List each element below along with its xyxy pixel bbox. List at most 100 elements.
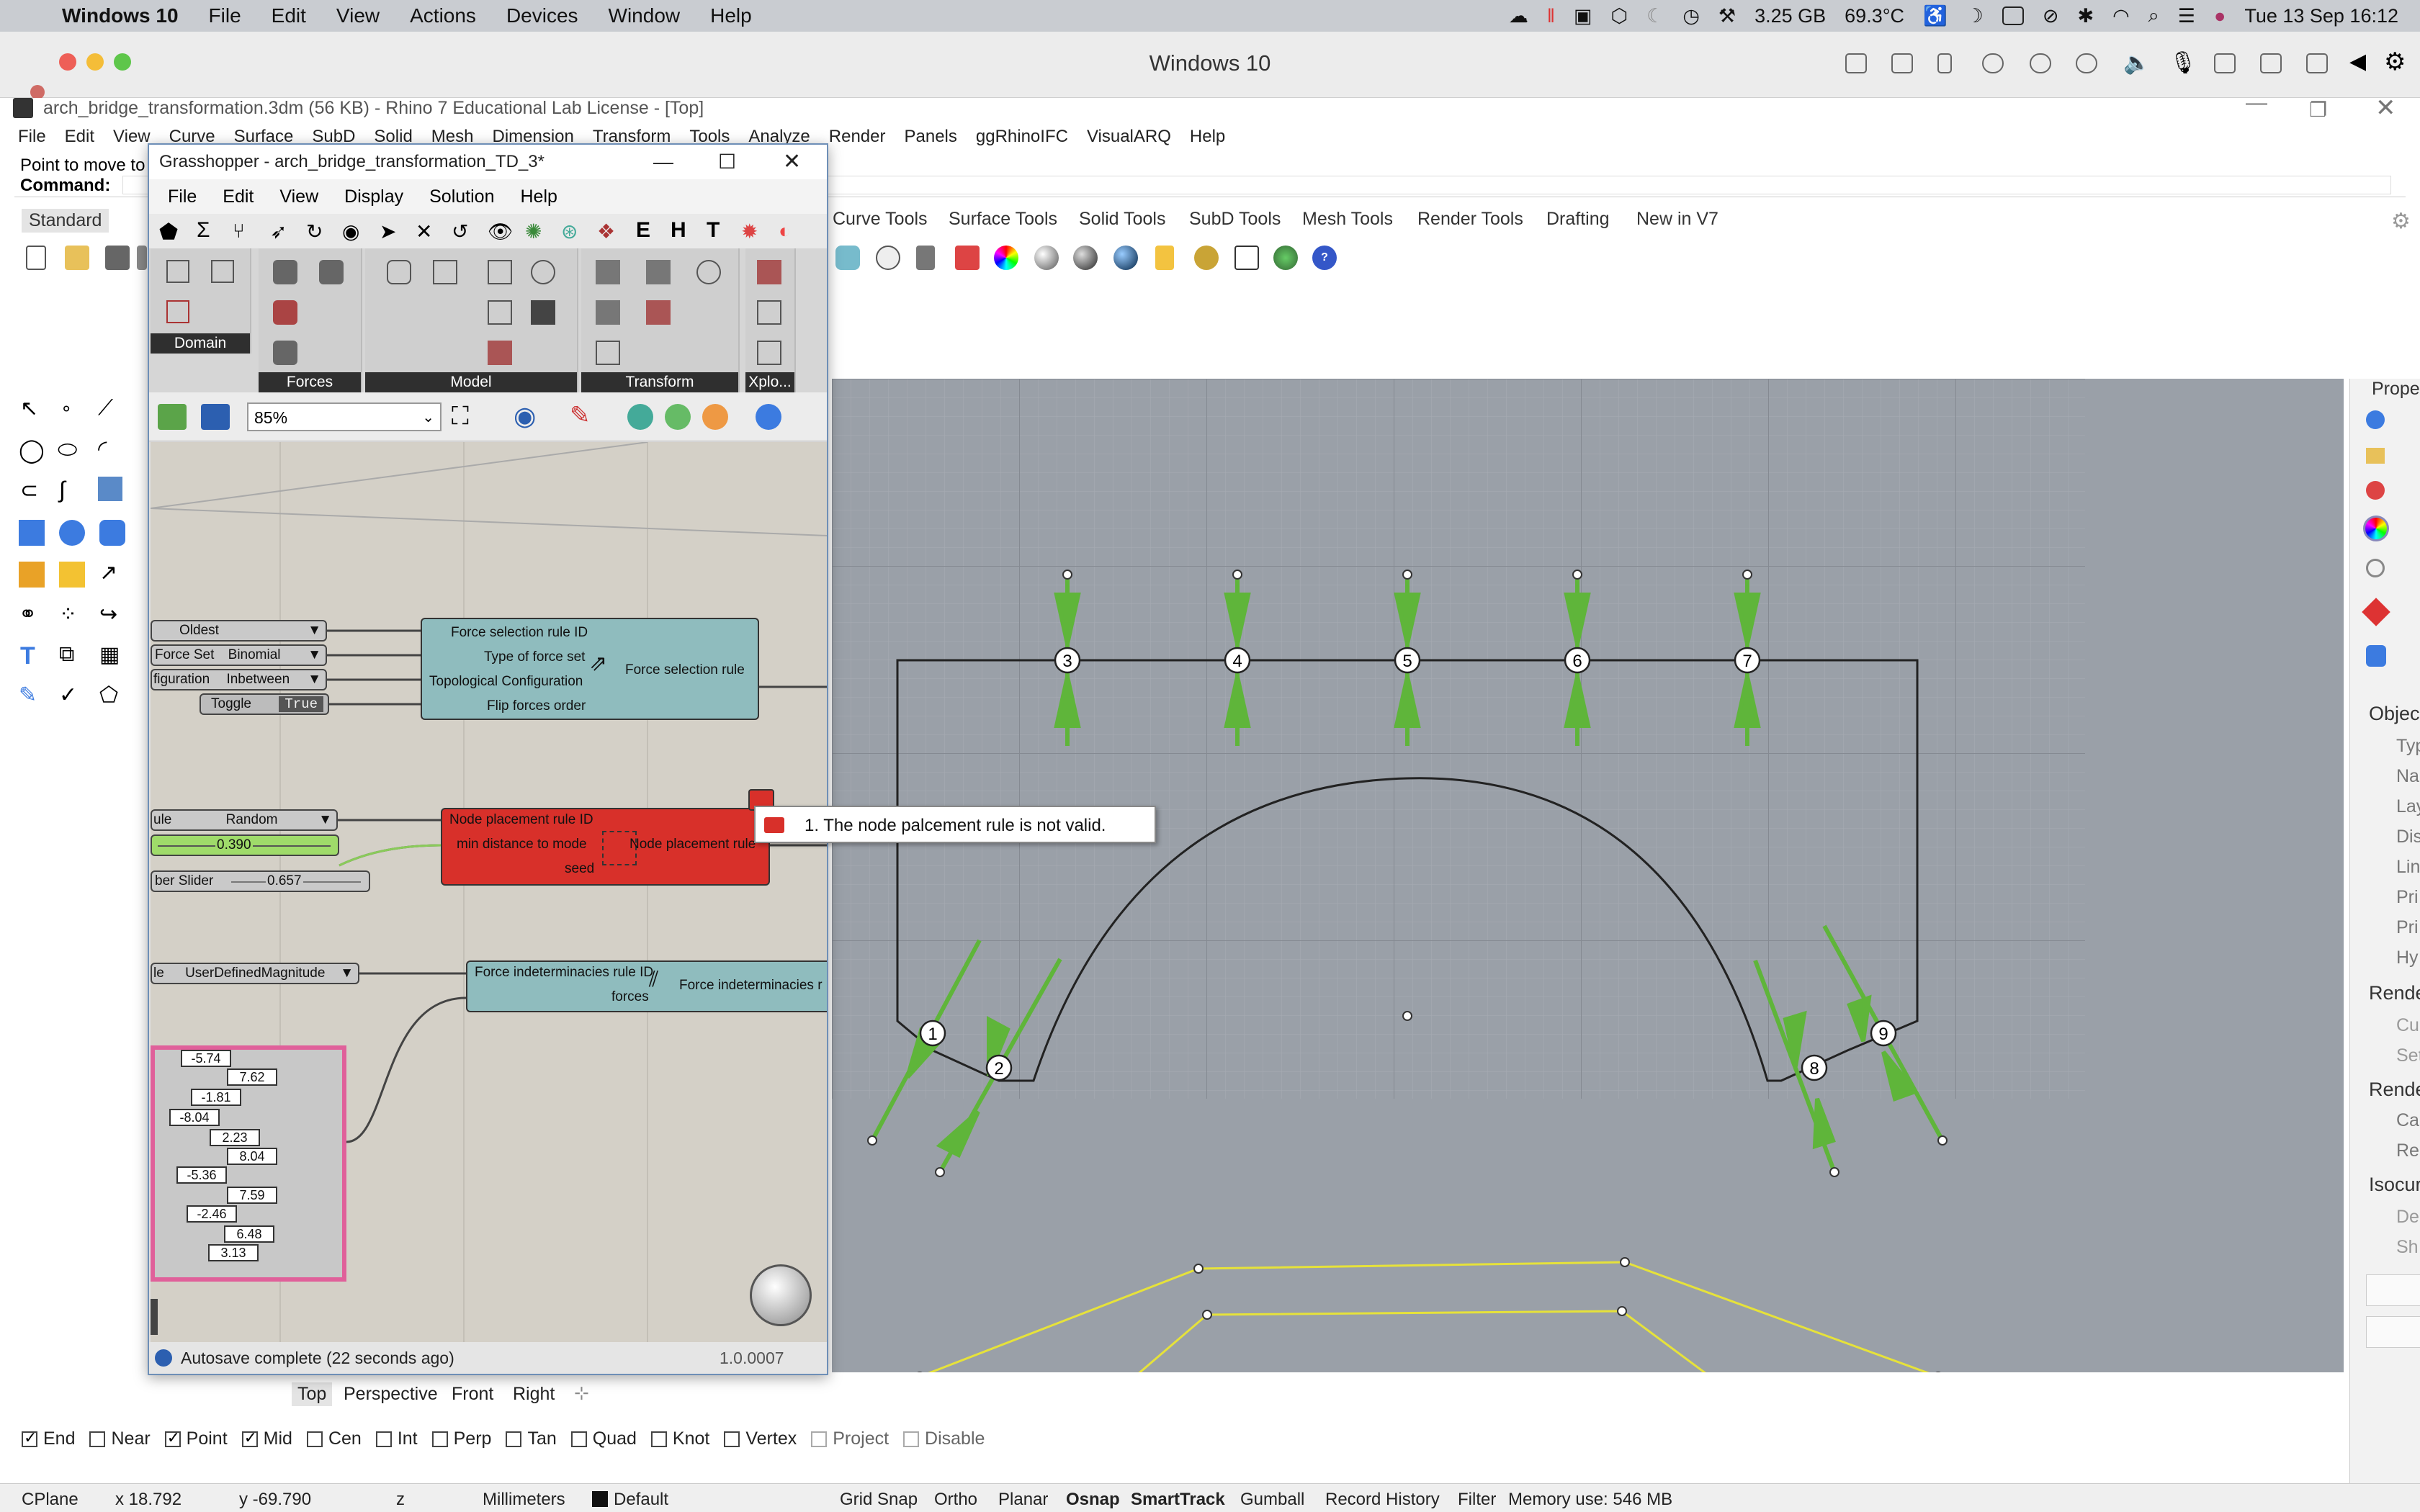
panel-grip[interactable]: [151, 1299, 158, 1335]
toggle-osnap[interactable]: Osnap: [1066, 1490, 1120, 1510]
rendered-sphere-icon[interactable]: [1073, 246, 1098, 270]
osnap-cen-checkbox[interactable]: [306, 1431, 323, 1448]
toggle-filter[interactable]: Filter: [1458, 1490, 1496, 1510]
more-tabs-icon[interactable]: ◐: [779, 220, 791, 243]
analyze-icon[interactable]: ✎: [19, 683, 37, 708]
top-viewport[interactable]: 1 2 3 4 5 6 7 8 9: [832, 379, 2344, 1449]
node-rule-input-2[interactable]: min distance to mode: [457, 837, 587, 852]
night-icon[interactable]: ☽: [1966, 5, 1984, 27]
status-cplane[interactable]: CPlane: [22, 1490, 79, 1510]
microphone-icon[interactable]: 🎙: [2169, 50, 2197, 76]
group-transform-label[interactable]: Transform: [581, 372, 738, 392]
flip-toggle[interactable]: Toggle True: [200, 693, 329, 715]
mac-menu-devices[interactable]: Devices: [506, 4, 578, 27]
tools-icon[interactable]: ⚒: [1718, 5, 1736, 27]
node-rule-output[interactable]: Node placement rule: [629, 837, 756, 852]
boolean-icon[interactable]: ⚭: [19, 602, 37, 627]
toggle-record-history[interactable]: Record History: [1325, 1490, 1440, 1510]
box-solid-icon[interactable]: [19, 520, 45, 546]
color-props-icon[interactable]: [2363, 516, 2389, 541]
tab-render-tools[interactable]: Render Tools: [1417, 209, 1523, 230]
back-icon[interactable]: ◀: [2349, 49, 2366, 74]
surface-icon[interactable]: [59, 562, 85, 588]
explode-icon[interactable]: ⧉: [59, 642, 74, 667]
canvas-navigation-icon[interactable]: [750, 1264, 812, 1326]
osnap-quad[interactable]: Quad: [570, 1428, 637, 1449]
osnap-end-checkbox[interactable]: [22, 1428, 37, 1448]
gh-menu-view[interactable]: View: [279, 186, 318, 207]
gh-minimize-icon[interactable]: —: [653, 145, 673, 179]
clock[interactable]: Tue 13 Sep 16:12: [2244, 5, 2398, 27]
point-icon[interactable]: ∘: [60, 397, 72, 420]
group-domain-label[interactable]: Domain: [151, 333, 250, 354]
configuration-dropdown[interactable]: figuration Inbetween ▼: [151, 669, 327, 690]
object-props-icon[interactable]: [2366, 410, 2385, 429]
form-diagram-vertices[interactable]: [915, 1257, 1943, 1449]
node-rule-input-3[interactable]: seed: [565, 861, 594, 877]
material-props-icon[interactable]: [2366, 481, 2385, 500]
status-layer[interactable]: Default: [614, 1490, 668, 1510]
control-center-icon[interactable]: ☰: [2178, 5, 2195, 27]
force-selection-rule-component[interactable]: Force selection rule ID Type of force se…: [421, 618, 759, 720]
gh-maximize-icon[interactable]: ☐: [718, 145, 736, 179]
vector-tab-icon[interactable]: ➶: [270, 220, 287, 243]
osnap-project[interactable]: Project: [811, 1428, 889, 1449]
rhino-menu-render[interactable]: Render: [829, 127, 886, 147]
zoom-extents-icon[interactable]: ⛶: [452, 402, 469, 431]
rhino-menu-panels[interactable]: Panels: [904, 127, 956, 147]
settings-gear-icon[interactable]: ⚙: [2384, 48, 2406, 76]
fillet-icon[interactable]: ↪: [99, 602, 117, 627]
status-units[interactable]: Millimeters: [483, 1490, 565, 1510]
temperature-readout[interactable]: 69.3°C: [1845, 5, 1904, 27]
mac-menu-file[interactable]: File: [209, 4, 241, 27]
osnap-tan[interactable]: Tan: [506, 1428, 557, 1449]
tab-subd-tools[interactable]: SubD Tools: [1189, 209, 1281, 230]
props-button-2[interactable]: [2366, 1316, 2420, 1348]
osnap-point-checkbox[interactable]: [164, 1428, 181, 1448]
kangaroo-tab-icon[interactable]: ✺: [525, 220, 542, 243]
model-icon-7[interactable]: [488, 341, 512, 365]
gh-menu-display[interactable]: Display: [344, 186, 403, 207]
box-icon[interactable]: ▣: [1574, 5, 1592, 27]
keyboard-icon[interactable]: [1845, 53, 1867, 73]
polyline-icon[interactable]: ⟋: [98, 396, 113, 420]
plugin2-tab-icon[interactable]: ❖: [597, 220, 615, 243]
force-rule-input-3[interactable]: Topological Configuration: [429, 674, 583, 690]
osnap-mid-checkbox[interactable]: [241, 1428, 258, 1448]
curve-icon[interactable]: ∫: [59, 477, 66, 503]
model-icon-1[interactable]: [387, 260, 411, 284]
tab-perspective[interactable]: Perspective: [344, 1384, 438, 1405]
spotlight-icon[interactable]: ⌕: [2148, 4, 2159, 27]
properties-tab[interactable]: Prope...: [2372, 379, 2420, 400]
onedrive-icon[interactable]: ☁: [1509, 5, 1528, 27]
osnap-knot[interactable]: Knot: [650, 1428, 709, 1449]
folder-props-icon[interactable]: [2366, 448, 2385, 464]
h-tab-icon[interactable]: H: [671, 218, 686, 243]
tab-surface-tools[interactable]: Surface Tools: [949, 209, 1057, 230]
transform-icon-2[interactable]: [646, 260, 671, 284]
force-indeterminacies-component[interactable]: Force indeterminacies rule ID forces ⫽ F…: [466, 960, 827, 1012]
domain-icon-1[interactable]: [166, 260, 189, 283]
gh-close-icon[interactable]: ✕: [783, 145, 801, 179]
viewport-drawing[interactable]: 1 2 3 4 5 6 7 8 9: [832, 379, 2344, 1449]
xplo-icon-2[interactable]: [757, 300, 781, 325]
rhino-menu-ggrhinoifc[interactable]: ggRhinoIFC: [976, 127, 1068, 147]
tab-top[interactable]: Top: [292, 1382, 333, 1406]
sphere-solid-icon[interactable]: [59, 520, 85, 546]
force-rule-input-1[interactable]: Force selection rule ID: [451, 625, 588, 641]
siri-icon[interactable]: ●: [2214, 5, 2226, 27]
toggle-grid-snap[interactable]: Grid Snap: [840, 1490, 918, 1510]
rectangle-icon[interactable]: ⊂: [20, 478, 38, 503]
intersect-tab-icon[interactable]: ✕: [416, 220, 432, 243]
group-forces-label[interactable]: Forces: [259, 372, 361, 392]
bluetooth-icon[interactable]: ✱: [2077, 5, 2094, 27]
keyboard-layout-icon[interactable]: [2002, 6, 2024, 25]
tab-right[interactable]: Right: [513, 1384, 555, 1405]
transform-icon-4[interactable]: [596, 300, 620, 325]
osnap-int[interactable]: Int: [375, 1428, 418, 1449]
gh-menu-solution[interactable]: Solution: [429, 186, 494, 207]
indet-input-1[interactable]: Force indeterminacies rule ID: [475, 965, 653, 981]
model-icon-3[interactable]: [488, 260, 512, 284]
node-rule-dropdown[interactable]: ule Random ▼: [151, 809, 338, 831]
toggle-gumball[interactable]: Gumball: [1240, 1490, 1304, 1510]
